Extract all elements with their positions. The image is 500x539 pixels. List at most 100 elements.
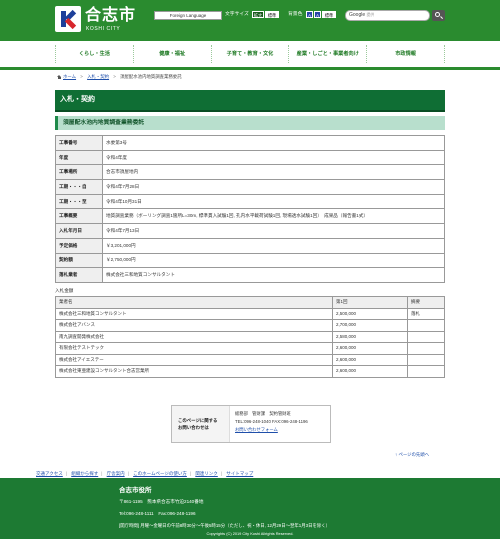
breadcrumb-home[interactable]: ホーム (63, 74, 76, 79)
back-to-top-link[interactable]: ↑ ページの先頭へ (395, 452, 429, 458)
footer-link-access[interactable]: 交通アクセス (36, 471, 63, 476)
table-row: 予定価格 ￥3,201,000円 (55, 237, 445, 254)
footer-copyright: Copyrights (C) 2019 City Koshi Allrights… (206, 531, 294, 536)
company-cell: 株式会社東亜建設コンサルタント合志営業所 (55, 365, 333, 378)
detail-label: 年度 (55, 149, 103, 166)
table-row: 工事概要 地質調査業務（ボーリング調査1箇所L=30m, 標準貫入試験1回, 孔内… (55, 208, 445, 225)
detail-value: 令和4年度 (102, 149, 445, 166)
city-name[interactable]: 合志市 (85, 6, 136, 26)
font-size-label: 文字サイズ (225, 12, 249, 17)
contact-form-link[interactable]: お問い合わせフォーム (235, 426, 308, 434)
remarks-cell (407, 353, 445, 366)
nav-city-info[interactable]: 市政情報 (366, 45, 445, 63)
table-row: 落札業者 株式会社三和地質コンサルタント (55, 267, 445, 283)
table-row: 有限会社テストテック 2,600,000 (55, 342, 445, 355)
footer-link-organization[interactable]: 組織から探す (71, 471, 98, 476)
table-row: 工事場所 合志市須屋地内 (55, 164, 445, 181)
city-logo[interactable] (55, 6, 81, 32)
breadcrumb-bidding[interactable]: 入札・契約 (87, 74, 109, 79)
category-title: 入札・契約 (55, 90, 445, 112)
contact-heading-line2: お問い合わせは (178, 425, 209, 430)
back-to-top-label: ページの先頭へ (398, 452, 430, 457)
nav-divider (0, 67, 500, 70)
remarks-cell (407, 319, 445, 332)
site-header: 合志市 KOSHI CITY Foreign Language 文字サイズ 拡大… (0, 0, 500, 41)
column-header-company: 業者名 (55, 296, 333, 309)
page-title: 須屋配水池内地質調査業務委託 (55, 116, 445, 130)
remarks-cell (407, 365, 445, 378)
foreign-language-button[interactable]: Foreign Language (154, 11, 222, 20)
detail-label: 落札業者 (55, 267, 103, 283)
background-color-label: 背景色 (288, 12, 303, 17)
breadcrumb-separator: > (80, 74, 83, 79)
up-arrow-icon: ↑ (395, 452, 398, 457)
table-row: 工期・・・至 令和4年10月31日 (55, 193, 445, 210)
nav-health-welfare[interactable]: 健康・福祉 (132, 45, 211, 63)
table-row: 入札年月日 令和4年7月13日 (55, 223, 445, 239)
detail-label: 工事番号 (55, 135, 103, 151)
breadcrumb-current: 須屋配水池内地質調査業務委託 (120, 74, 182, 79)
table-row: 株式会社三和地質コンサルタント 2,500,000 落札 (55, 307, 445, 320)
footer-office-name: 合志市役所 (119, 487, 152, 494)
detail-label: 入札年月日 (55, 223, 103, 239)
contact-phone: TEL:096-248-1040 FAX:096-248-1196 (235, 418, 308, 424)
footer-link-howto[interactable]: このホームページの使い方 (133, 471, 187, 476)
contact-heading-line1: このページに関する (178, 417, 218, 423)
detail-value: 水委第3号 (102, 135, 445, 151)
table-row: 株式会社東亜建設コンサルタント合志営業所 2,600,000 (55, 365, 445, 378)
contact-department: 総務部 管財課 契約管財班 (235, 411, 291, 416)
nav-industry-business[interactable]: 産業・しごと・事業者向け (288, 45, 366, 63)
column-header-remarks: 摘要 (407, 296, 445, 309)
font-enlarge-button[interactable]: 拡大 (252, 11, 264, 18)
footer-link-sitemap[interactable]: サイトマップ (226, 471, 253, 476)
company-cell: 有限会社テストテック (55, 342, 333, 355)
global-navigation: くらし・生活 健康・福祉 子育て・教育・文化 産業・しごと・事業者向け 市政情報 (55, 45, 445, 63)
table-header-row: 業者名 第1回 摘要 (55, 296, 445, 309)
table-row: 年度 令和4年度 (55, 149, 445, 166)
detail-label: 工事場所 (55, 164, 103, 181)
table-row: 株式会社アバンス 2,700,000 (55, 319, 445, 332)
search-input[interactable]: Google 提供 (345, 10, 430, 21)
detail-value: 合志市須屋地内 (102, 164, 445, 181)
bid-results-label: 入札金額 (55, 288, 74, 293)
nav-living[interactable]: くらし・生活 (55, 45, 133, 63)
site-footer: 合志市役所 〒861-1195 熊本県合志市竹迫2140番地 Tel:096-2… (0, 478, 500, 539)
detail-label: 工期・・・至 (55, 193, 103, 210)
remarks-cell: 落札 (407, 307, 445, 320)
detail-value: ￥2,750,000円 (102, 252, 445, 269)
detail-value: 株式会社三和地質コンサルタント (102, 267, 445, 283)
detail-label: 工事概要 (55, 208, 103, 225)
detail-label: 予定価格 (55, 237, 103, 254)
footer-links: 交通アクセス | 組織から探す | 庁舎案内 | このホームページの使い方 | 関連リン… (36, 471, 254, 476)
bgcolor-standard-button[interactable]: 標準 (322, 11, 336, 18)
home-icon (57, 74, 62, 79)
bgcolor-blue-alt-button[interactable]: A (314, 11, 321, 18)
footer-link-building[interactable]: 庁舎案内 (107, 471, 125, 476)
table-row: 工事番号 水委第3号 (55, 135, 445, 151)
detail-value: 令和4年7月28日 (102, 179, 445, 195)
search-hint: 提供 (366, 13, 375, 17)
detail-value: 令和4年7月13日 (102, 223, 445, 239)
bgcolor-blue-button[interactable]: A (306, 11, 313, 18)
detail-value: 令和4年10月31日 (102, 193, 445, 210)
table-row: 契約額 ￥2,750,000円 (55, 252, 445, 269)
amount-cell: 2,700,000 (332, 319, 408, 332)
remarks-cell (407, 330, 445, 343)
bid-results-table: 業者名 第1回 摘要 株式会社三和地質コンサルタント 2,500,000 落札 株式… (55, 296, 445, 378)
contact-details: 総務部 管財課 契約管財班 TEL:096-248-1040 FAX:096-2… (230, 406, 308, 442)
detail-value: 地質調査業務（ボーリング調査1箇所L=30m, 標準貫入試験1回, 孔内水平載荷… (102, 208, 445, 225)
amount-cell: 2,600,000 (332, 365, 408, 378)
search-button[interactable] (432, 10, 445, 21)
amount-cell: 2,600,000 (332, 353, 408, 366)
table-row: 工期・・・自 令和4年7月28日 (55, 179, 445, 195)
detail-label: 工期・・・自 (55, 179, 103, 195)
font-standard-button[interactable]: 標準 (265, 11, 279, 18)
amount-cell: 2,580,000 (332, 330, 408, 343)
table-row: 南九調査開発株式会社 2,580,000 (55, 330, 445, 343)
footer-link-related[interactable]: 関連リンク (195, 471, 218, 476)
column-header-round1: 第1回 (332, 296, 408, 309)
footer-address: 〒861-1195 熊本県合志市竹迫2140番地 (119, 499, 204, 504)
contact-heading: このページに関する お問い合わせは (172, 406, 230, 442)
nav-childcare-education[interactable]: 子育て・教育・文化 (210, 45, 289, 63)
company-cell: 株式会社アバンス (55, 319, 333, 332)
